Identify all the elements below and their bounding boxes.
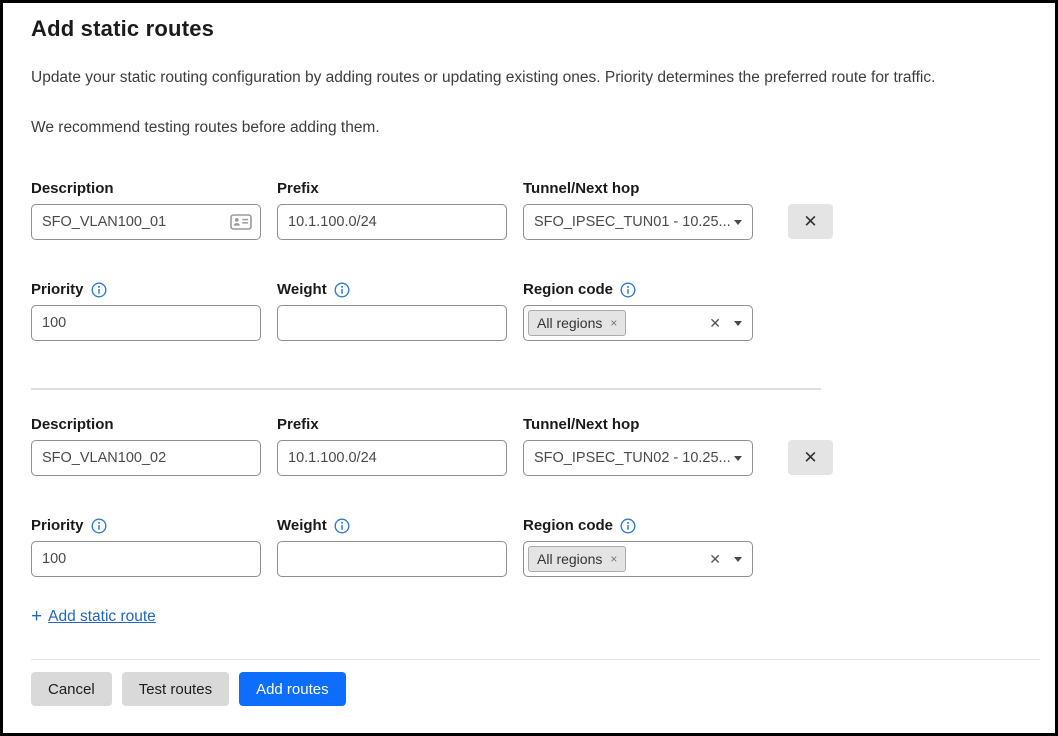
region-chip: All regions ×	[528, 310, 626, 336]
info-icon[interactable]	[334, 518, 350, 534]
region-chip-label: All regions	[537, 551, 602, 567]
info-icon[interactable]	[91, 282, 107, 298]
prefix-label: Prefix	[277, 180, 319, 197]
plus-icon: +	[31, 607, 42, 626]
test-routes-button[interactable]: Test routes	[122, 672, 229, 706]
cancel-button[interactable]: Cancel	[31, 672, 112, 706]
chip-remove-icon[interactable]: ×	[610, 317, 617, 329]
description-input[interactable]	[31, 204, 261, 240]
weight-field-group: Weight	[277, 515, 507, 577]
add-static-route-row: + Add static route	[31, 607, 1040, 626]
priority-input[interactable]	[31, 305, 261, 341]
footer-divider	[31, 659, 1040, 660]
remove-route-button[interactable]: ✕	[788, 440, 833, 475]
region-field-group: Region code All regions ×	[523, 279, 753, 341]
tunnel-field-group: Tunnel/Next hop SFO_IPSEC_TUN02 - 10.25.…	[523, 414, 753, 476]
priority-label: Priority	[31, 281, 84, 298]
info-icon[interactable]	[334, 282, 350, 298]
weight-label: Weight	[277, 517, 327, 534]
chip-remove-icon[interactable]: ×	[610, 553, 617, 565]
weight-field-group: Weight	[277, 279, 507, 341]
description-field-group: Description	[31, 414, 261, 476]
priority-field-group: Priority	[31, 515, 261, 577]
page-title: Add static routes	[31, 16, 1040, 42]
chevron-down-icon	[734, 456, 742, 461]
tunnel-select[interactable]: SFO_IPSEC_TUN02 - 10.25...	[523, 440, 753, 476]
prefix-field-group: Prefix	[277, 414, 507, 476]
region-select[interactable]: All regions × ✕	[523, 541, 753, 577]
tunnel-label: Tunnel/Next hop	[523, 180, 639, 197]
tunnel-selected-value: SFO_IPSEC_TUN01 - 10.25...	[534, 214, 734, 230]
priority-label: Priority	[31, 517, 84, 534]
region-field-group: Region code All regions ×	[523, 515, 753, 577]
route-divider	[31, 388, 821, 390]
prefix-field-group: Prefix	[277, 178, 507, 240]
info-icon[interactable]	[620, 282, 636, 298]
priority-field-group: Priority	[31, 279, 261, 341]
chevron-down-icon	[734, 220, 742, 225]
region-label: Region code	[523, 281, 613, 298]
region-select[interactable]: All regions × ✕	[523, 305, 753, 341]
info-icon[interactable]	[620, 518, 636, 534]
tunnel-selected-value: SFO_IPSEC_TUN02 - 10.25...	[534, 450, 734, 466]
tunnel-field-group: Tunnel/Next hop SFO_IPSEC_TUN01 - 10.25.…	[523, 178, 753, 240]
prefix-input[interactable]	[277, 440, 507, 476]
prefix-label: Prefix	[277, 416, 319, 433]
weight-label: Weight	[277, 281, 327, 298]
remove-route-button[interactable]: ✕	[788, 204, 833, 239]
footer-actions: Cancel Test routes Add routes	[31, 672, 1040, 706]
description-field-group: Description	[31, 178, 261, 240]
recommendation-text: We recommend testing routes before addin…	[31, 118, 1040, 138]
clear-icon[interactable]: ✕	[709, 316, 734, 330]
add-static-route-link[interactable]: Add static route	[48, 608, 156, 626]
prefix-input[interactable]	[277, 204, 507, 240]
description-label: Description	[31, 180, 114, 197]
priority-input[interactable]	[31, 541, 261, 577]
description-label: Description	[31, 416, 114, 433]
route-block-2: Description Prefix Tunnel/Next hop SFO	[31, 414, 1040, 577]
intro-text: Update your static routing configuration…	[31, 68, 1040, 88]
route-block-1: Description	[31, 178, 1040, 341]
chevron-down-icon	[734, 557, 742, 562]
contact-card-icon[interactable]	[230, 214, 252, 230]
weight-input[interactable]	[277, 541, 507, 577]
info-icon[interactable]	[91, 518, 107, 534]
tunnel-select[interactable]: SFO_IPSEC_TUN01 - 10.25...	[523, 204, 753, 240]
clear-icon[interactable]: ✕	[709, 552, 734, 566]
chevron-down-icon	[734, 321, 742, 326]
region-chip-label: All regions	[537, 315, 602, 331]
region-label: Region code	[523, 517, 613, 534]
tunnel-label: Tunnel/Next hop	[523, 416, 639, 433]
add-routes-button[interactable]: Add routes	[239, 672, 346, 706]
weight-input[interactable]	[277, 305, 507, 341]
description-input[interactable]	[31, 440, 261, 476]
region-chip: All regions ×	[528, 546, 626, 572]
add-static-routes-dialog: Add static routes Update your static rou…	[0, 0, 1058, 736]
